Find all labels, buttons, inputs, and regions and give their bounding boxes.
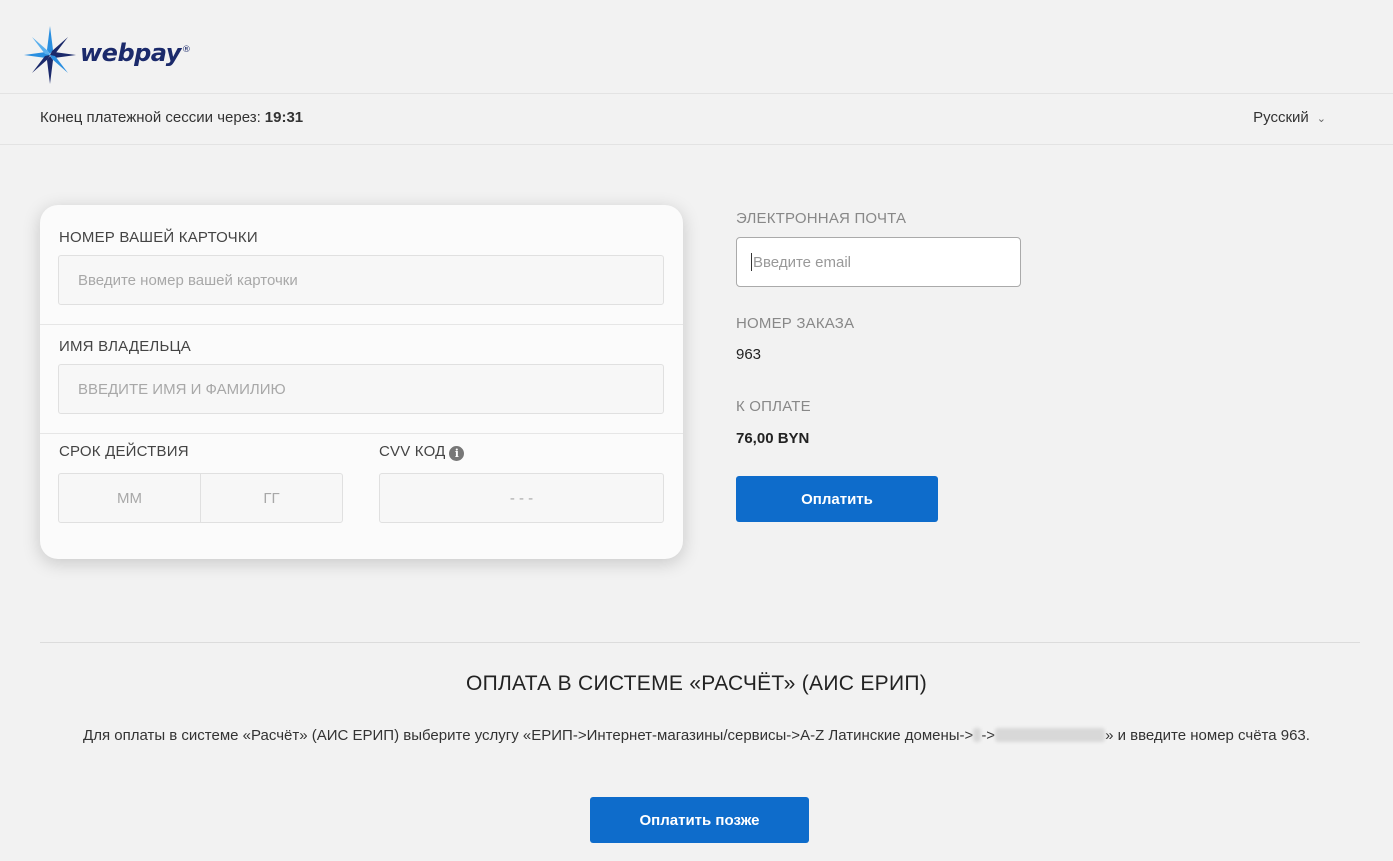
text-caret [751, 253, 752, 271]
card-number-label: НОМЕР ВАШЕЙ КАРТОЧКИ [59, 229, 258, 246]
email-input[interactable]: Введите email [736, 237, 1021, 287]
section-divider [40, 642, 1360, 643]
holder-name-label: ИМЯ ВЛАДЕЛЬЦА [59, 338, 192, 355]
logo-text: webpay® [80, 39, 191, 67]
redacted-text [995, 728, 1106, 742]
erip-title: ОПЛАТА В СИСТЕМЕ «РАСЧЁТ» (АИС ЕРИП) [465, 672, 928, 695]
expiry-label: СРОК ДЕЙСТВИЯ [59, 443, 189, 460]
language-selector[interactable]: Русский ⌄ [1253, 109, 1326, 126]
cvv-label: CVV КОД i [379, 443, 465, 461]
header: webpay® [0, 0, 1393, 94]
card-form: НОМЕР ВАШЕЙ КАРТОЧКИ Введите номер вашей… [40, 205, 683, 559]
order-number-label: НОМЕР ЗАКАЗА [736, 315, 855, 332]
redacted-text [973, 728, 982, 742]
session-time: 19:31 [264, 109, 304, 126]
session-label: Конец платежной сессии через: [40, 109, 261, 126]
erip-instructions: Для оплаты в системе «Расчёт» (АИС ЕРИП)… [83, 727, 1310, 744]
divider [40, 433, 683, 434]
amount-value: 76,00 BYN [736, 430, 810, 447]
email-label: ЭЛЕКТРОННАЯ ПОЧТА [736, 210, 907, 227]
email-placeholder: Введите email [753, 253, 852, 271]
star-logo-icon [24, 26, 76, 84]
amount-label: К ОПЛАТЕ [736, 398, 811, 415]
holder-name-input[interactable]: ВВЕДИТЕ ИМЯ И ФАМИЛИЮ [58, 364, 664, 414]
pay-later-button[interactable]: Оплатить позже [590, 797, 809, 843]
webpay-logo[interactable]: webpay® [22, 24, 191, 86]
expiry-month-input[interactable]: ММ [58, 473, 201, 523]
pay-button[interactable]: Оплатить [736, 476, 938, 522]
session-timer: Конец платежной сессии через: 19:31 [40, 109, 303, 126]
chevron-down-icon: ⌄ [1316, 113, 1326, 125]
language-label: Русский [1253, 109, 1309, 126]
divider [40, 324, 683, 325]
session-bar: Конец платежной сессии через: 19:31 Русск… [0, 94, 1393, 145]
order-number-value: 963 [736, 346, 762, 363]
card-number-input[interactable]: Введите номер вашей карточки [58, 255, 664, 305]
expiry-year-input[interactable]: ГГ [200, 473, 343, 523]
cvv-input[interactable]: - - - [379, 473, 664, 523]
info-icon[interactable]: i [449, 446, 465, 461]
